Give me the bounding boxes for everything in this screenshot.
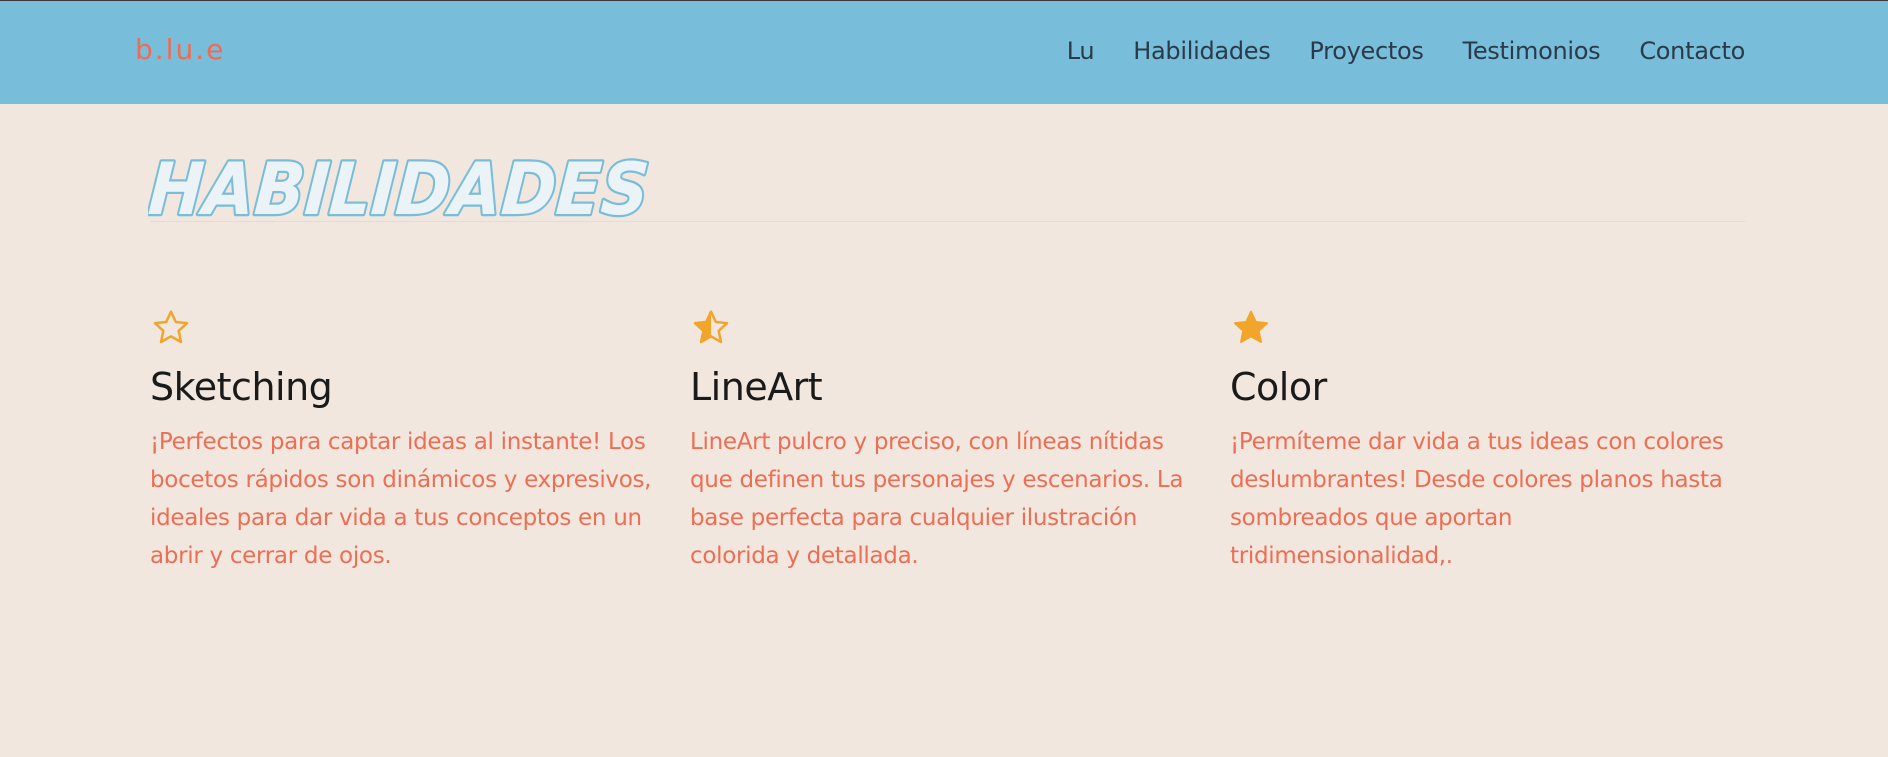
skill-title: LineArt [690,365,823,409]
section-title-text: HABILIDADES [148,147,652,231]
star-full-icon [1234,310,1268,343]
nav-link-habilidades[interactable]: Habilidades [1133,37,1270,65]
skill-description: LineArt pulcro y preciso, con líneas nít… [690,429,1184,569]
brand-logo-link[interactable]: b.lu.e [135,33,225,66]
nav-link-proyectos[interactable]: Proyectos [1309,37,1423,65]
skill-title: Color [1230,365,1327,409]
section-divider [150,221,1745,222]
skill-title: Sketching [150,365,333,409]
section-title-habilidades: HABILIDADES [148,145,654,231]
nav-link-contacto[interactable]: Contacto [1639,37,1745,65]
top-navbar: b.lu.e Lu Habilidades Proyectos Testimon… [0,0,1888,104]
skill-card-color: Color ¡Permíteme dar vida a tus ideas co… [1230,308,1738,575]
skill-description: ¡Permíteme dar vida a tus ideas con colo… [1230,429,1724,569]
nav-link-testimonios[interactable]: Testimonios [1463,37,1601,65]
nav-link-lu[interactable]: Lu [1067,37,1095,65]
skill-card-sketching: Sketching ¡Perfectos para captar ideas a… [150,308,658,575]
skill-card-lineart: LineArt LineArt pulcro y preciso, con lí… [690,308,1198,575]
main-nav: Lu Habilidades Proyectos Testimonios Con… [1067,37,1746,65]
star-half-icon [693,310,729,344]
skill-description: ¡Perfectos para captar ideas al instante… [150,429,652,569]
star-outline-icon [153,310,189,344]
